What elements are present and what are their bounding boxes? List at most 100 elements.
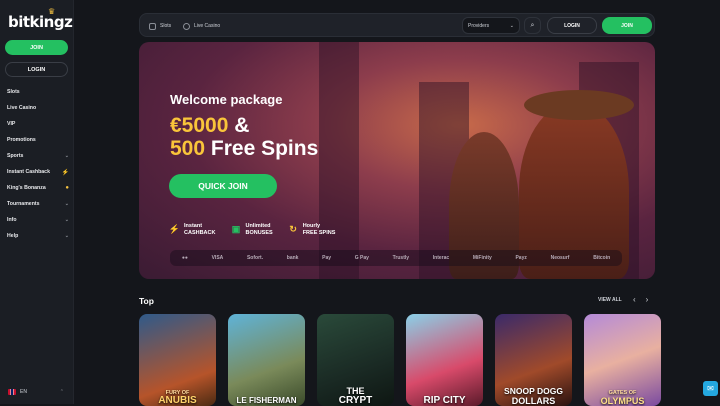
hero-features: ⚡ Instant CASHBACK ▣ Unlimited BONUSES ↻ H…	[168, 223, 336, 236]
join-button[interactable]: JOIN	[602, 17, 652, 34]
sidebar-join-button[interactable]: JOIN	[5, 40, 68, 55]
game-card[interactable]: RIP CITY	[406, 314, 483, 406]
chevron-left-icon[interactable]: ‹	[633, 295, 636, 304]
quick-join-button[interactable]: QUICK JOIN	[169, 174, 277, 198]
background-tower	[319, 42, 359, 279]
offer-and: &	[234, 114, 250, 137]
payment-logo: ●●	[181, 255, 188, 261]
payment-logo: Bitcoin	[593, 255, 611, 261]
sidebar-item-label: Sports	[7, 153, 24, 159]
feature-line: FREE SPINS	[302, 229, 336, 236]
game-name: OLYMPUS	[600, 396, 645, 406]
hero-offer: €5000 & 500 Free Spins	[170, 114, 318, 160]
sidebar-item-tournaments[interactable]: Tournaments ⌄	[7, 196, 69, 212]
sidebar-item-live-casino[interactable]: Live Casino	[7, 100, 69, 116]
sidebar-item-label: Help	[7, 233, 19, 239]
payment-logo: VISA	[211, 255, 224, 261]
payment-methods-strip: ●● VISA Sofort. bank Pay G Pay Trustly I…	[170, 250, 622, 266]
game-card[interactable]: THE CRYPT	[317, 314, 394, 406]
slots-icon	[149, 22, 156, 30]
view-all-link[interactable]: VIEW ALL	[598, 297, 622, 303]
games-row: FURY OF ANUBIS LE FISHERMAN THE CRYPT RIP …	[139, 314, 661, 406]
sidebar-item-vip[interactable]: VIP	[7, 116, 69, 132]
sidebar-item-instant-cashback[interactable]: Instant Cashback ⚡	[7, 164, 69, 180]
game-name: LE FISHERMAN	[236, 396, 297, 405]
hero-welcome-text: Welcome package	[170, 92, 283, 107]
chevron-up-icon: ⌃	[59, 389, 64, 395]
payment-logo: Neosurf	[550, 255, 570, 261]
game-card[interactable]: FURY OF ANUBIS	[139, 314, 216, 406]
game-card[interactable]: GATES OF OLYMPUS	[584, 314, 661, 406]
feature-line: BONUSES	[245, 229, 273, 236]
game-title: LE FISHERMAN	[228, 396, 305, 406]
sidebar-item-label: Tournaments	[7, 201, 40, 207]
chevron-down-icon: ⌄	[64, 201, 69, 207]
language-selector[interactable]: EN ⌃	[8, 389, 64, 395]
chat-button[interactable]: ✉	[703, 381, 718, 396]
game-title: SNOOP DOGG DOLLARS	[495, 386, 572, 406]
offer-spins-text: Free Spins	[210, 137, 319, 160]
login-button[interactable]: LOGIN	[547, 17, 597, 34]
uk-flag-icon	[8, 389, 16, 395]
sidebar-item-label: Promotions	[7, 137, 36, 143]
nav-slots[interactable]: Slots	[149, 14, 171, 38]
game-card[interactable]: LE FISHERMAN	[228, 314, 305, 406]
sidebar: bitkingz ♛ JOIN LOGIN Slots Live Casino V…	[0, 0, 74, 404]
top-bar: Slots Live Casino Providers ⌄ ⌕ LOGIN JO…	[139, 13, 655, 37]
payment-logo: G Pay	[354, 255, 369, 261]
chevron-down-icon: ⌄	[64, 153, 69, 159]
chevron-right-icon[interactable]: ›	[646, 295, 649, 304]
lightning-icon: ⚡	[61, 169, 69, 176]
sidebar-menu: Slots Live Casino VIP Promotions Sports ⌄…	[7, 84, 69, 244]
live-casino-icon	[183, 22, 190, 30]
hero-banner: Welcome package €5000 & 500 Free Spins Q…	[139, 42, 655, 279]
sidebar-item-promotions[interactable]: Promotions	[7, 132, 69, 148]
chevron-down-icon: ⌄	[509, 22, 514, 29]
sidebar-item-label: Live Casino	[7, 105, 37, 111]
hat-shape	[524, 90, 634, 120]
feature-free-spins: ↻ Hourly FREE SPINS	[289, 223, 336, 236]
providers-label: Providers	[468, 22, 490, 29]
feature-line: Unlimited	[245, 223, 271, 229]
search-icon: ⌕	[530, 21, 535, 29]
sidebar-item-label: Slots	[7, 89, 20, 95]
sidebar-item-sports[interactable]: Sports ⌄	[7, 148, 69, 164]
crown-icon: ♛	[48, 7, 55, 16]
payment-logo: bank	[286, 255, 299, 261]
chevron-down-icon: ⌄	[64, 233, 69, 239]
payment-logo: Pay	[322, 255, 332, 261]
game-name: RIP CITY	[423, 395, 466, 406]
sidebar-item-kings-bonanza[interactable]: King's Bonanza ●	[7, 180, 69, 196]
offer-amount: €5000	[170, 114, 229, 137]
sidebar-item-info[interactable]: Info ⌄	[7, 212, 69, 228]
feature-cashback: ⚡ Instant CASHBACK	[168, 223, 216, 236]
providers-dropdown[interactable]: Providers ⌄	[462, 17, 520, 34]
nav-live-casino-label: Live Casino	[194, 23, 221, 29]
sidebar-login-button[interactable]: LOGIN	[5, 62, 68, 77]
lightning-icon: ⚡	[168, 224, 181, 235]
sidebar-item-slots[interactable]: Slots	[7, 84, 69, 100]
game-subtitle: SNOOP DOGG	[504, 386, 563, 396]
sidebar-item-label: King's Bonanza	[7, 185, 46, 191]
carousel-arrows: ‹ ›	[633, 295, 648, 304]
game-card[interactable]: SNOOP DOGG DOLLARS	[495, 314, 572, 406]
nav-live-casino[interactable]: Live Casino	[183, 14, 220, 38]
sidebar-item-label: Instant Cashback	[7, 169, 50, 175]
sidebar-item-help[interactable]: Help ⌄	[7, 228, 69, 244]
game-name: ANUBIS	[158, 395, 197, 406]
payment-logo: Payz	[515, 255, 527, 261]
payment-logo: Trustly	[392, 255, 410, 261]
offer-spins-count: 500	[170, 137, 206, 160]
nav-slots-label: Slots	[160, 23, 172, 29]
search-button[interactable]: ⌕	[524, 17, 541, 34]
refresh-icon: ↻	[289, 224, 297, 235]
feature-bonuses: ▣ Unlimited BONUSES	[231, 223, 273, 236]
game-title: RIP CITY	[406, 396, 483, 406]
gift-icon: ▣	[231, 224, 241, 235]
brand-logo[interactable]: bitkingz ♛	[8, 7, 73, 31]
sidebar-item-label: Info	[7, 217, 17, 223]
sidebar-item-label: VIP	[7, 121, 16, 127]
coin-icon: ●	[65, 185, 69, 191]
section-title-top: Top	[139, 296, 154, 306]
language-label: EN	[20, 389, 27, 395]
